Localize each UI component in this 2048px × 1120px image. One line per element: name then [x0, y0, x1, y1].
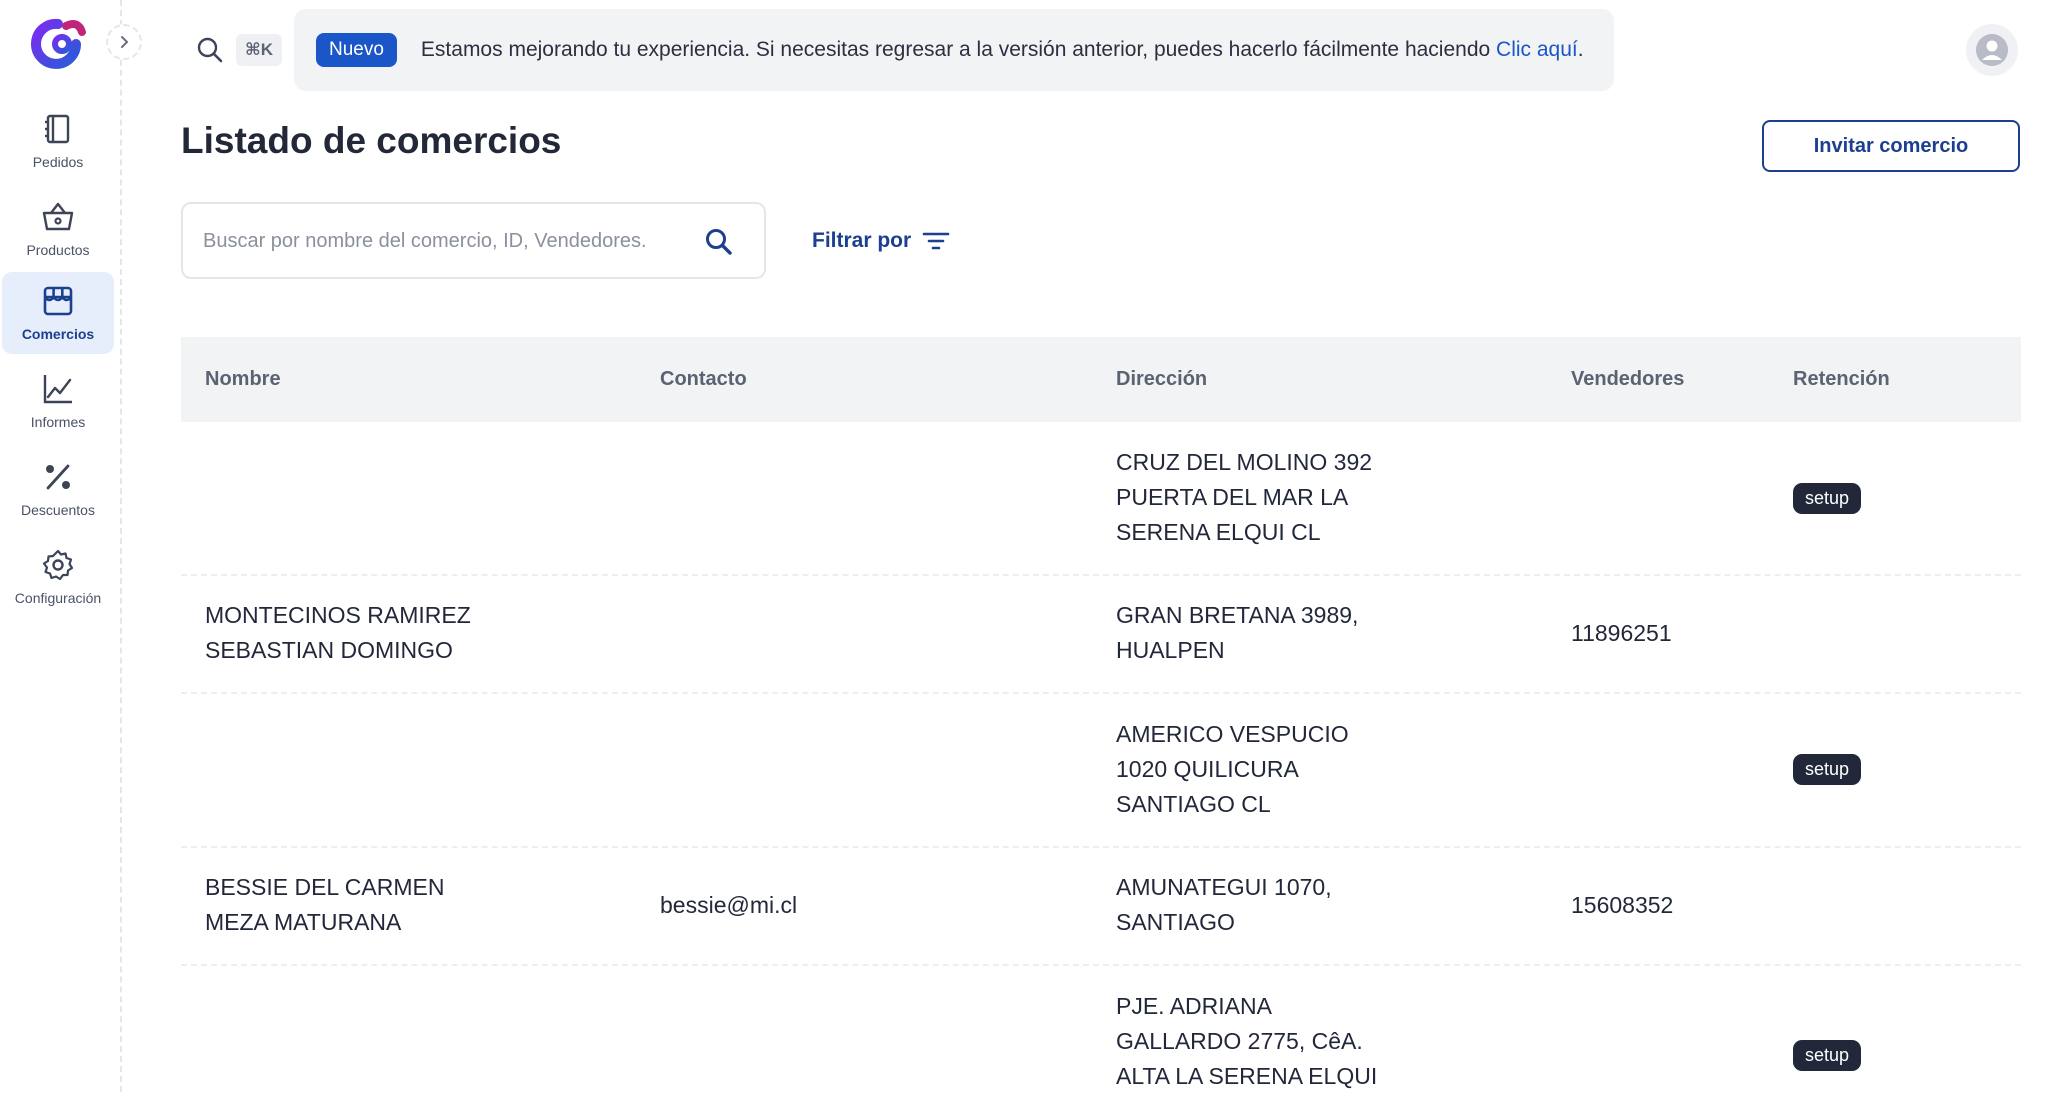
banner-suffix: .	[1577, 38, 1584, 61]
sidebar-item-label: Productos	[26, 242, 90, 258]
column-header-retencion[interactable]: Retención	[1793, 337, 1890, 422]
sidebar-item-label: Informes	[30, 414, 86, 430]
table-row[interactable]: BESSIE DEL CARMEN MEZA MATURANA bessie@m…	[181, 848, 2021, 966]
cell-direccion: GRAN BRETANA 3989, HUALPEN	[1116, 602, 1359, 663]
status-badge: setup	[1793, 754, 1862, 785]
column-header-direccion[interactable]: Dirección	[1116, 337, 1207, 422]
sidebar-item-label: Configuración	[14, 590, 102, 606]
notebook-icon	[45, 114, 70, 144]
column-header-contacto[interactable]: Contacto	[660, 337, 747, 422]
table-header: Nombre Contacto Dirección Vendedores Ret…	[181, 337, 2021, 422]
percent-icon	[46, 464, 70, 490]
cell-nombre: MONTECINOS RAMIREZ SEBASTIAN DOMINGO	[205, 602, 471, 663]
search-icon[interactable]	[195, 35, 225, 65]
chevron-right-icon	[121, 36, 128, 48]
table-row[interactable]: CRUZ DEL MOLINO 392 PUERTA DEL MAR LA SE…	[181, 422, 2021, 576]
cell-direccion: CRUZ DEL MOLINO 392 PUERTA DEL MAR LA SE…	[1116, 449, 1373, 545]
sidebar-item-pedidos[interactable]: Pedidos	[2, 100, 114, 182]
search-input[interactable]	[201, 224, 681, 258]
table-row[interactable]: PJE. ADRIANA GALLARDO 2775, CêA. ALTA LA…	[181, 966, 2021, 1120]
cell-vendedores: 15608352	[1571, 892, 1674, 918]
sidebar-item-comercios[interactable]: Comercios	[2, 272, 114, 354]
chart-line-icon	[43, 375, 72, 404]
sidebar-item-descuentos[interactable]: Descuentos	[2, 448, 114, 530]
user-icon	[1976, 34, 2008, 66]
sidebar-item-productos[interactable]: Productos	[2, 188, 114, 270]
cell-direccion: PJE. ADRIANA GALLARDO 2775, CêA. ALTA LA…	[1116, 993, 1378, 1089]
avatar[interactable]	[1966, 24, 2018, 76]
filter-label: Filtrar por	[812, 229, 912, 252]
sidebar-item-configuracion[interactable]: Configuración	[2, 536, 114, 618]
filter-button[interactable]: Filtrar por	[812, 224, 951, 258]
invite-merchant-button[interactable]: Invitar comercio	[1762, 120, 2020, 172]
cell-nombre: BESSIE DEL CARMEN MEZA MATURANA	[205, 874, 445, 935]
column-header-vendedores[interactable]: Vendedores	[1571, 337, 1684, 422]
table-row[interactable]: AMERICO VESPUCIO 1020 QUILICURA SANTIAGO…	[181, 694, 2021, 848]
status-badge: setup	[1793, 1040, 1862, 1071]
filter-icon	[922, 232, 950, 250]
store-icon	[43, 286, 73, 316]
sidebar-item-label: Pedidos	[32, 154, 84, 170]
cell-direccion: AMERICO VESPUCIO 1020 QUILICURA SANTIAGO…	[1116, 721, 1349, 817]
page-title: Listado de comercios	[181, 120, 562, 161]
sidebar-collapse-button[interactable]	[106, 24, 142, 60]
cell-contacto: bessie@mi.cl	[660, 892, 798, 918]
sidebar-item-informes[interactable]: Informes	[2, 360, 114, 442]
banner-text: Estamos mejorando tu experiencia. Si nec…	[420, 38, 1491, 61]
table-row[interactable]: MONTECINOS RAMIREZ SEBASTIAN DOMINGO GRA…	[181, 576, 2021, 694]
cell-vendedores: 11896251	[1571, 620, 1672, 646]
search-box	[181, 202, 766, 279]
search-icon[interactable]	[703, 226, 735, 258]
sidebar-item-label: Comercios	[21, 326, 95, 342]
sidebar-item-label: Descuentos	[21, 502, 95, 518]
shortcut-badge: ⌘K	[236, 34, 282, 66]
status-badge: setup	[1793, 483, 1862, 514]
new-badge: Nuevo	[316, 33, 397, 67]
banner-message: Estamos mejorando tu experiencia. Si nec…	[421, 38, 1584, 62]
basket-icon	[42, 202, 74, 231]
column-header-nombre[interactable]: Nombre	[205, 337, 281, 422]
cell-direccion: AMUNATEGUI 1070, SANTIAGO	[1116, 874, 1332, 935]
previous-version-link[interactable]: Clic aquí	[1496, 38, 1578, 61]
gear-icon	[42, 549, 74, 581]
merchants-table: Nombre Contacto Dirección Vendedores Ret…	[181, 337, 2021, 1120]
brand-logo[interactable]	[28, 14, 88, 74]
announcement-banner: Nuevo Estamos mejorando tu experiencia. …	[294, 9, 1614, 91]
